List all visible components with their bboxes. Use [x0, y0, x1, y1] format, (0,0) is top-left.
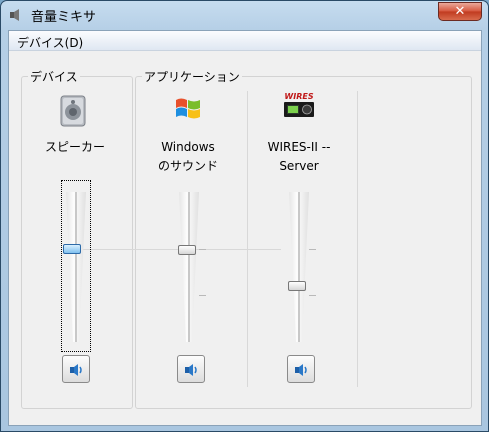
wires-volume-thumb[interactable] — [288, 281, 306, 291]
wires-name-line2: Server — [279, 159, 319, 173]
title-bar[interactable]: 音量ミキサ ✕ — [1, 1, 488, 29]
volume-icon — [185, 364, 197, 376]
windows-sounds-volume-slider[interactable] — [179, 192, 199, 342]
applications-group-label: アプリケーション — [142, 68, 242, 85]
menu-device[interactable]: デバイス(D) — [15, 33, 85, 52]
volume-icon — [70, 364, 82, 376]
slider-tick — [309, 249, 316, 250]
volume-icon — [295, 364, 307, 376]
wires-volume-slider[interactable] — [289, 192, 309, 342]
volume-mixer-window: 音量ミキサ ✕ デバイス(D) デバイス アプリケーション スピーカー Wind… — [0, 0, 489, 432]
channel-divider — [357, 91, 358, 387]
menu-bar: デバイス(D) — [9, 31, 481, 51]
speaker-icon — [57, 94, 89, 128]
wires-mute-button[interactable] — [287, 355, 315, 383]
windows-sounds-name-line2: のサウンド — [157, 159, 218, 173]
windows-sounds-volume-thumb[interactable] — [178, 245, 196, 255]
wires-radio-icon: WIRES — [282, 91, 316, 119]
slider-tick — [199, 295, 206, 296]
windows-logo-icon — [173, 94, 203, 124]
speaker-volume-slider[interactable] — [66, 192, 86, 342]
window-title: 音量ミキサ — [31, 9, 97, 25]
wires-name-line1: WIRES-II -- — [267, 140, 331, 154]
speaker-mute-button[interactable] — [62, 355, 90, 383]
speaker-volume-thumb[interactable] — [63, 244, 81, 254]
speaker-app-icon — [9, 8, 23, 22]
close-button[interactable]: ✕ — [438, 2, 482, 21]
windows-sounds-name-line1: Windows — [161, 140, 215, 154]
slider-tick — [199, 249, 206, 250]
svg-text:WIRES: WIRES — [284, 92, 313, 101]
windows-sounds-mute-button[interactable] — [177, 355, 205, 383]
speaker-channel-name: スピーカー — [44, 140, 105, 154]
slider-tick — [309, 295, 316, 296]
client-area: デバイス(D) デバイス アプリケーション スピーカー Windows のサウン… — [8, 30, 482, 426]
channel-divider — [247, 91, 248, 387]
device-group-label: デバイス — [28, 68, 80, 85]
